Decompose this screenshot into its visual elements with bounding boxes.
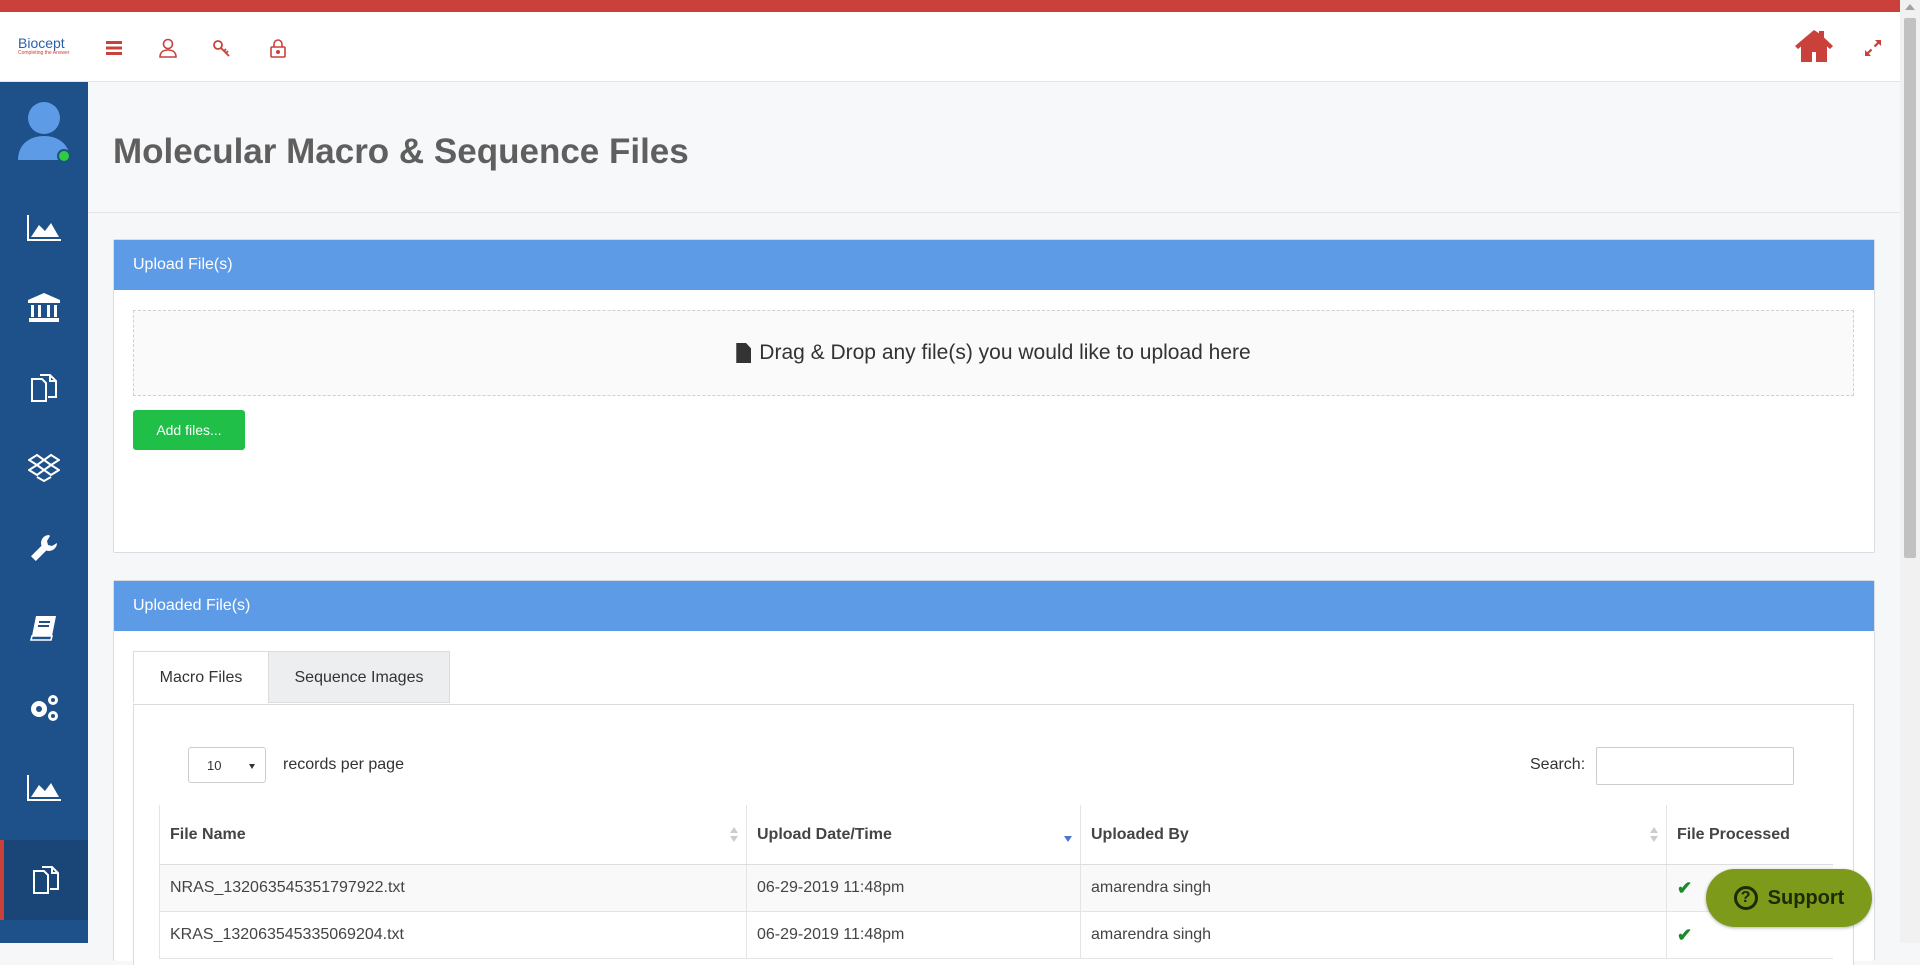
support-label: Support	[1767, 886, 1845, 909]
wrench-icon	[31, 535, 57, 561]
uploaded-panel-title: Uploaded File(s)	[114, 581, 1874, 631]
logo-tagline: Completing the Answer	[18, 50, 70, 56]
check-icon: ✔	[1677, 924, 1693, 945]
sidebar-item-tools[interactable]	[0, 508, 88, 588]
upload-panel-title: Upload File(s)	[114, 240, 1874, 290]
table-row[interactable]: KRAS_132063545335069204.txt 06-29-2019 1…	[159, 911, 1833, 959]
menu-icon[interactable]	[100, 34, 128, 62]
sort-desc-icon	[1064, 827, 1072, 843]
home-icon[interactable]	[1793, 26, 1835, 66]
sidebar-item-institutions[interactable]	[0, 268, 88, 348]
bank-icon	[28, 293, 60, 322]
column-header-file-name[interactable]: File Name	[159, 805, 747, 865]
user-avatar[interactable]	[0, 82, 88, 180]
column-label: Upload Date/Time	[757, 825, 892, 843]
question-icon: ?	[1733, 886, 1758, 910]
page-length-label: records per page	[283, 756, 404, 773]
column-header-file-processed[interactable]: File Processed	[1666, 805, 1833, 865]
documents-icon	[31, 374, 57, 402]
chevron-down-icon	[249, 764, 255, 769]
search-label: Search:	[1530, 756, 1586, 773]
table-row[interactable]: NRAS_132063545351797922.txt 06-29-2019 1…	[159, 864, 1833, 912]
add-files-button[interactable]: Add files...	[133, 410, 245, 450]
upload-panel: Upload File(s) Drag & Drop any file(s) y…	[113, 239, 1875, 553]
area-chart-icon	[27, 215, 61, 241]
page-length-select[interactable]: 10	[188, 747, 266, 783]
expand-icon[interactable]	[1859, 34, 1887, 62]
column-label: File Processed	[1677, 825, 1790, 843]
cell-upload-date: 06-29-2019 11:48pm	[746, 864, 1081, 912]
key-icon[interactable]	[208, 34, 236, 62]
files-table: File Name Upload Date/Time Uploaded By F…	[159, 805, 1833, 959]
sidebar-item-settings[interactable]	[0, 668, 88, 748]
sidebar-item-dashboard[interactable]	[0, 188, 88, 268]
search-input[interactable]	[1596, 747, 1794, 785]
lock-icon[interactable]	[264, 34, 292, 62]
cell-file-name[interactable]: KRAS_132063545335069204.txt	[159, 911, 747, 959]
sort-icon	[1650, 827, 1658, 843]
column-label: File Name	[170, 825, 246, 843]
gears-icon	[31, 695, 58, 721]
user-icon[interactable]	[154, 34, 182, 62]
header-bar: Biocept Completing the Answer	[0, 12, 1900, 82]
file-icon	[736, 343, 752, 363]
sort-icon	[730, 827, 738, 843]
biocept-logo[interactable]: Biocept Completing the Answer	[18, 36, 70, 60]
dropzone[interactable]: Drag & Drop any file(s) you would like t…	[133, 310, 1854, 396]
sidebar-item-documents[interactable]	[0, 348, 88, 428]
cell-uploaded-by: amarendra singh	[1080, 911, 1667, 959]
dropzone-text: Drag & Drop any file(s) you would like t…	[759, 341, 1251, 364]
page-scrollbar[interactable]	[1900, 0, 1920, 943]
tab-sequence-images[interactable]: Sequence Images	[268, 651, 450, 703]
support-button[interactable]: ? Support	[1706, 869, 1872, 927]
check-icon: ✔	[1677, 877, 1693, 898]
column-header-upload-date[interactable]: Upload Date/Time	[746, 805, 1081, 865]
page-title: Molecular Macro & Sequence Files	[113, 132, 689, 171]
sidebar-item-dropbox[interactable]	[0, 428, 88, 508]
cell-upload-date: 06-29-2019 11:48pm	[746, 911, 1081, 959]
dropbox-icon	[28, 453, 60, 483]
page-header: Molecular Macro & Sequence Files	[88, 82, 1900, 213]
cell-file-name[interactable]: NRAS_132063545351797922.txt	[159, 864, 747, 912]
scroll-up-arrow-icon[interactable]	[1905, 4, 1915, 10]
sidebar-item-guide[interactable]	[0, 588, 88, 668]
cell-uploaded-by: amarendra singh	[1080, 864, 1667, 912]
page-length-value: 10	[207, 758, 222, 773]
sidebar	[0, 82, 88, 943]
documents-icon	[33, 866, 59, 894]
sidebar-item-files[interactable]	[0, 840, 88, 920]
logo-text: Biocept	[18, 35, 65, 51]
column-header-uploaded-by[interactable]: Uploaded By	[1080, 805, 1667, 865]
sidebar-item-reports[interactable]	[0, 748, 88, 828]
top-accent-bar	[0, 0, 1920, 12]
tab-macro-files[interactable]: Macro Files	[133, 651, 269, 703]
area-chart-icon	[27, 775, 61, 801]
column-label: Uploaded By	[1091, 825, 1189, 843]
book-icon	[30, 616, 56, 641]
scrollbar-thumb[interactable]	[1904, 18, 1916, 558]
table-header-row: File Name Upload Date/Time Uploaded By F…	[159, 805, 1833, 865]
